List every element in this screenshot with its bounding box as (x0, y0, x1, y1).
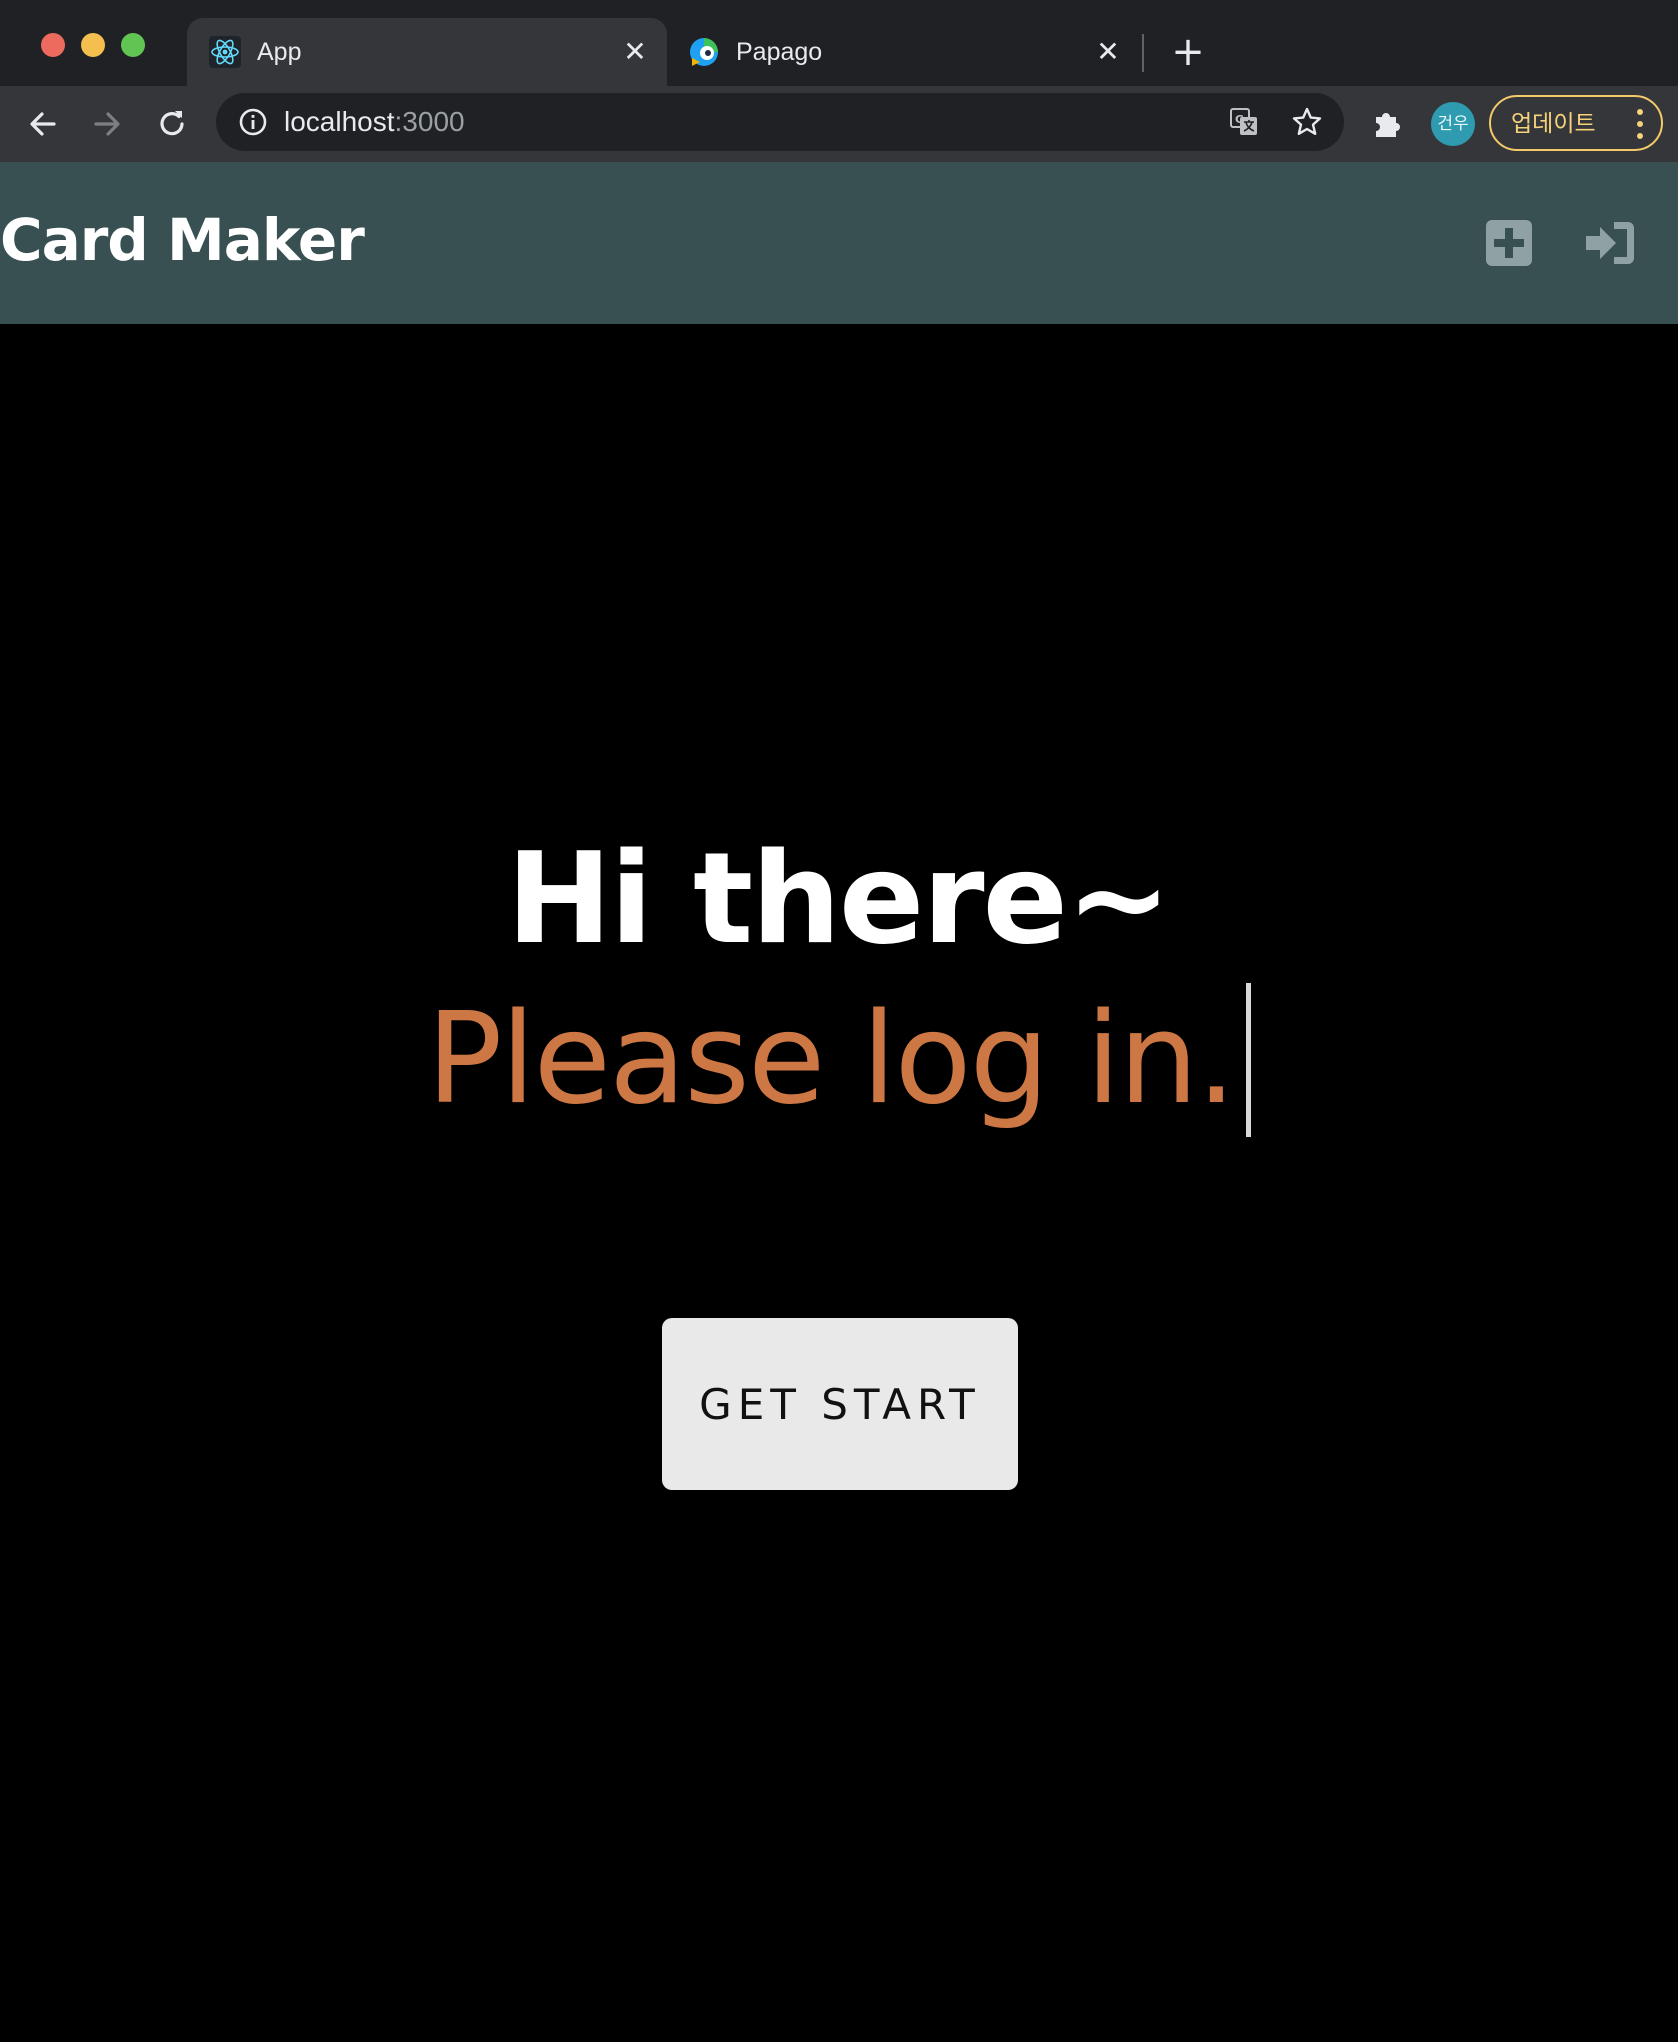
close-icon[interactable]: ✕ (621, 38, 649, 66)
typing-cursor (1246, 983, 1252, 1137)
translate-icon[interactable]: G (1228, 106, 1260, 138)
app-header: Card Maker (0, 162, 1678, 324)
app-title: Card Maker (0, 206, 365, 274)
info-icon[interactable] (238, 107, 268, 137)
update-button[interactable]: 업데이트 (1489, 95, 1663, 151)
get-start-button[interactable]: GET START (662, 1318, 1018, 1490)
close-window-button[interactable] (41, 33, 65, 57)
tab-divider (1142, 34, 1144, 72)
url-host: localhost (284, 106, 395, 137)
update-label: 업데이트 (1511, 111, 1596, 137)
new-tab-icon[interactable]: + (1168, 32, 1208, 72)
extensions-puzzle-icon[interactable] (1370, 105, 1406, 141)
profile-avatar[interactable]: 건우 (1431, 102, 1475, 146)
reload-icon[interactable] (153, 105, 191, 143)
browser-toolbar: localhost:3000 G 건우 업데이트 (0, 86, 1678, 162)
plus-square-icon[interactable] (1484, 218, 1534, 268)
login-prompt: Please log in. (426, 985, 1237, 1132)
bookmark-star-icon[interactable] (1291, 106, 1323, 138)
svg-text:G: G (1235, 113, 1244, 126)
main-content: Hi there~ Please log in. GET START (0, 324, 1678, 2042)
forward-arrow-icon[interactable] (88, 105, 126, 143)
close-icon[interactable]: ✕ (1094, 38, 1122, 66)
address-bar[interactable]: localhost:3000 G (216, 93, 1344, 151)
react-logo-icon (209, 36, 241, 68)
tab-title: App (257, 38, 302, 66)
url-port: :3000 (394, 106, 465, 137)
tab-app[interactable]: App ✕ (187, 18, 667, 86)
browser-window: App ✕ Papago ✕ + localhost:3000 G 건우 업데이… (0, 0, 1678, 2042)
back-arrow-icon[interactable] (24, 105, 62, 143)
minimize-window-button[interactable] (81, 33, 105, 57)
greeting-heading: Hi there~ (506, 825, 1171, 972)
maximize-window-button[interactable] (121, 33, 145, 57)
papago-logo-icon (690, 38, 718, 66)
tab-strip: App ✕ Papago ✕ + (0, 0, 1678, 86)
more-menu-icon[interactable] (1637, 109, 1643, 139)
tab-papago[interactable]: Papago ✕ (670, 18, 1140, 86)
sign-in-icon[interactable] (1584, 218, 1638, 268)
tab-title: Papago (736, 38, 823, 66)
url-text: localhost:3000 (284, 106, 465, 138)
login-prompt-line: Please log in. (0, 983, 1678, 1137)
